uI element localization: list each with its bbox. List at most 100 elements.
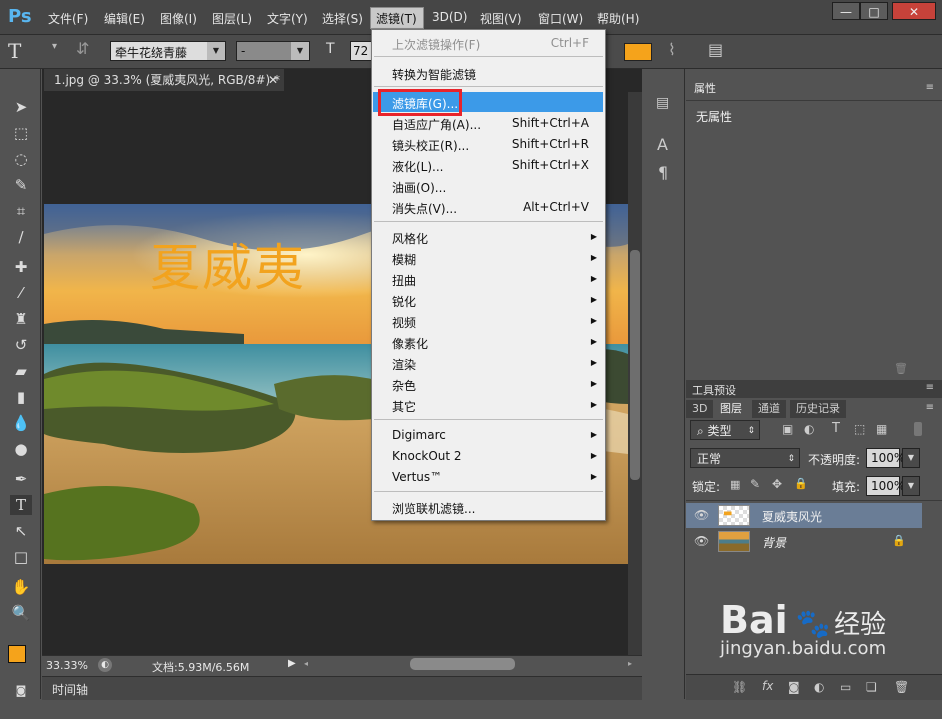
menu-item-convert-smart-filter[interactable]: 转换为智能滤镜 [392,66,476,83]
text-orientation-icon[interactable]: ⇵ [76,39,89,58]
menu-item-stylize[interactable]: 风格化 [392,230,428,247]
crop-tool-icon[interactable]: ⌗ [10,201,32,221]
filter-shape-icon[interactable]: ⬚ [854,422,865,436]
status-info-icon[interactable]: ◐ [98,658,112,672]
layer-style-icon[interactable]: fx [762,679,773,693]
menu-edit[interactable]: 编辑(E) [104,10,145,27]
character-panel-icon[interactable]: A [657,135,668,154]
menu-item-vanishing-point[interactable]: 消失点(V)... [392,200,457,217]
text-color-swatch[interactable] [624,43,652,61]
menu-file[interactable]: 文件(F) [48,10,88,27]
zoom-tool-icon[interactable]: 🔍 [10,603,32,623]
maximize-button[interactable]: □ [860,2,888,20]
lock-image-brush-icon[interactable]: ✎ [750,477,760,491]
pen-tool-icon[interactable]: ✒ [10,469,32,489]
chevron-down-icon[interactable]: ▼ [902,448,920,468]
type-tool-preset-icon[interactable]: T [8,39,21,63]
panel-menu-icon[interactable]: ≡ [926,82,934,93]
menu-item-knockout[interactable]: KnockOut 2 [392,449,462,463]
trash-icon[interactable]: 🗑 [894,362,908,375]
fill-input[interactable]: 100% [866,476,905,496]
tab-history[interactable]: 历史记录 [790,400,846,418]
menu-3d[interactable]: 3D(D) [432,10,467,24]
lock-position-icon[interactable]: ✥ [772,477,782,491]
panel-menu-icon[interactable]: ≡ [926,382,934,393]
new-layer-icon[interactable]: ❏ [866,680,877,694]
blur-tool-icon[interactable]: 💧 [10,413,32,433]
opacity-input[interactable]: 100% [866,448,905,468]
character-panel-icon[interactable]: ▤ [708,40,723,59]
history-panel-icon[interactable]: ▤ [656,95,669,111]
menu-type[interactable]: 文字(Y) [267,10,308,27]
filter-toggle-switch[interactable] [914,422,922,436]
layer-filter-kind-select[interactable]: ⌕ 类型 ⇕ [690,420,760,440]
menu-item-last-filter[interactable]: 上次滤镜操作(F) [392,36,480,53]
filter-type-icon[interactable]: T [832,421,840,436]
visibility-eye-icon[interactable]: 👁 [694,534,709,548]
delete-layer-icon[interactable]: 🗑 [894,680,909,694]
menu-item-distort[interactable]: 扭曲 [392,272,416,289]
menu-item-other[interactable]: 其它 [392,398,416,415]
preset-chevron-icon[interactable]: ▾ [52,41,57,52]
type-tool-icon[interactable]: T [10,495,32,515]
menu-item-oil-paint[interactable]: 油画(O)... [392,179,446,196]
filter-pixel-icon[interactable]: ▣ [782,422,793,436]
paragraph-panel-icon[interactable]: ¶ [658,163,668,182]
layer-row[interactable]: 👁 ▬ 夏威夷风光 [686,503,922,528]
clone-stamp-tool-icon[interactable]: ♜ [10,309,32,329]
zoom-level[interactable]: 33.33% [46,659,88,672]
quick-select-tool-icon[interactable]: ✎ [10,175,32,195]
menu-item-liquify[interactable]: 液化(L)... [392,158,444,175]
layer-row[interactable]: 👁 背景 🔒 [686,529,922,554]
gradient-tool-icon[interactable]: ▮ [10,387,32,407]
font-family-select[interactable]: 牵牛花绕青藤 ▼ [110,41,226,61]
tab-properties[interactable]: 属性 [688,80,722,98]
minimize-button[interactable]: — [832,2,860,20]
link-layers-icon[interactable]: ⛓ [732,680,747,694]
menu-item-lens-correction[interactable]: 镜头校正(R)... [392,137,469,154]
menu-help[interactable]: 帮助(H) [597,10,639,27]
chevron-down-icon[interactable]: ▼ [902,476,920,496]
panel-menu-icon[interactable]: ≡ [926,402,934,413]
close-window-button[interactable]: ✕ [892,2,936,20]
layer-name[interactable]: 夏威夷风光 [762,508,822,525]
close-tab-icon[interactable]: ✕ [268,69,278,91]
lock-transparent-icon[interactable]: ▦ [730,478,740,491]
scroll-right-icon[interactable]: ▸ [628,659,632,668]
tab-3d[interactable]: 3D [686,400,714,418]
menu-item-adaptive-wide-angle[interactable]: 自适应广角(A)... [392,116,481,133]
marquee-tool-icon[interactable]: ⬚ [10,123,32,143]
scroll-left-icon[interactable]: ◂ [304,659,308,668]
tab-tool-presets[interactable]: 工具预设 [692,382,736,398]
tab-channels[interactable]: 通道 [752,400,786,418]
eraser-tool-icon[interactable]: ▰ [10,361,32,381]
dodge-tool-icon[interactable]: ● [10,439,32,459]
document-tab[interactable]: 1.jpg @ 33.3% (夏威夷风光, RGB/8#) * ✕ [44,69,284,91]
menu-item-video[interactable]: 视频 [392,314,416,331]
add-mask-icon[interactable]: ◙ [788,680,800,694]
font-style-select[interactable]: - ▼ [236,41,310,61]
warp-text-icon[interactable]: ⌇ [668,40,676,59]
vertical-scrollbar-thumb[interactable] [630,250,640,480]
menu-item-vertus[interactable]: Vertus™ [392,470,442,484]
filter-smart-object-icon[interactable]: ▦ [876,422,887,436]
history-brush-tool-icon[interactable]: ↺ [10,335,32,355]
brush-tool-icon[interactable]: ⁄ [10,283,32,303]
move-tool-icon[interactable]: ➤ [10,97,32,117]
menu-item-sharpen[interactable]: 锐化 [392,293,416,310]
menu-item-digimarc[interactable]: Digimarc [392,428,446,442]
menu-filter[interactable]: 滤镜(T) [376,10,417,27]
menu-view[interactable]: 视图(V) [480,10,522,27]
menu-item-filter-gallery[interactable]: 滤镜库(G)... [392,95,458,112]
filter-adjustment-icon[interactable]: ◐ [804,422,814,436]
menu-item-pixelate[interactable]: 像素化 [392,335,428,352]
healing-brush-tool-icon[interactable]: ✚ [10,257,32,277]
path-select-tool-icon[interactable]: ↖ [10,521,32,541]
horizontal-scrollbar-thumb[interactable] [410,658,515,670]
menu-item-noise[interactable]: 杂色 [392,377,416,394]
eyedropper-tool-icon[interactable]: ∕ [10,227,32,247]
timeline-panel[interactable]: 时间轴 [42,676,642,700]
adjustment-layer-icon[interactable]: ◐ [814,680,824,694]
lasso-tool-icon[interactable]: ◌ [10,149,32,169]
blend-mode-select[interactable]: 正常 ⇕ [690,448,800,468]
